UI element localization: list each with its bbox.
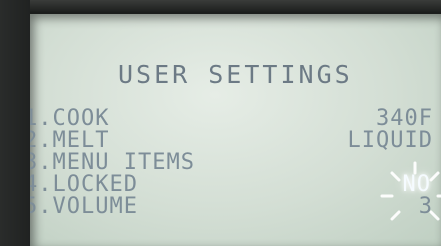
screen-title: USER SETTINGS (118, 60, 353, 89)
device-bezel-top (0, 0, 441, 12)
menu-item-label: 5.VOLUME (30, 194, 138, 219)
blinking-cursor-icon (380, 161, 441, 221)
lcd-screen: USER SETTINGS 1.COOK 340F 2.MELT LIQUID … (30, 14, 441, 246)
menu-item-value: LIQUID (347, 128, 433, 153)
device-bezel-left (0, 0, 30, 246)
